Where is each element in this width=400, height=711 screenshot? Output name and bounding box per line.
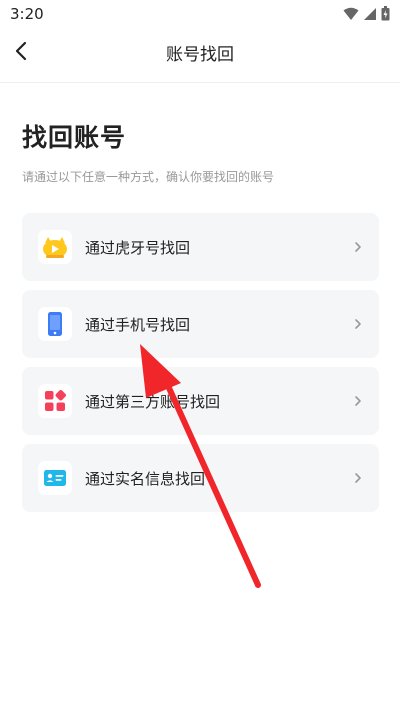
phone-icon	[48, 312, 62, 336]
option-huya-id[interactable]: 通过虎牙号找回	[22, 213, 379, 281]
nav-bar: 账号找回	[0, 28, 400, 74]
option-icon-container	[38, 230, 72, 264]
chevron-right-icon	[355, 319, 361, 329]
status-icons	[343, 6, 390, 21]
option-real-name[interactable]: 通过实名信息找回	[22, 444, 379, 512]
signal-icon	[364, 7, 376, 20]
chevron-right-icon	[355, 473, 361, 483]
option-phone[interactable]: 通过手机号找回	[22, 290, 379, 358]
status-bar: 3:20	[0, 0, 400, 28]
battery-icon	[381, 6, 390, 21]
page-subtitle: 请通过以下任意一种方式，确认你要找回的账号	[22, 170, 275, 184]
option-label: 通过第三方账号找回	[85, 393, 221, 411]
nav-divider	[0, 82, 400, 83]
page-title: 找回账号	[22, 123, 127, 152]
id-card-icon	[44, 470, 66, 486]
wifi-icon	[343, 7, 359, 20]
option-label: 通过实名信息找回	[85, 470, 206, 488]
option-label: 通过虎牙号找回	[85, 239, 191, 257]
option-icon-container	[38, 307, 72, 341]
option-third-party[interactable]: 通过第三方账号找回	[22, 367, 379, 435]
chevron-right-icon	[355, 396, 361, 406]
huya-mascot-icon	[43, 237, 67, 258]
option-icon-container	[38, 384, 72, 418]
apps-icon	[45, 390, 66, 411]
status-time: 3:20	[10, 5, 44, 23]
option-label: 通过手机号找回	[85, 316, 191, 334]
chevron-right-icon	[355, 242, 361, 252]
option-icon-container	[38, 461, 72, 495]
nav-title: 账号找回	[166, 45, 234, 65]
